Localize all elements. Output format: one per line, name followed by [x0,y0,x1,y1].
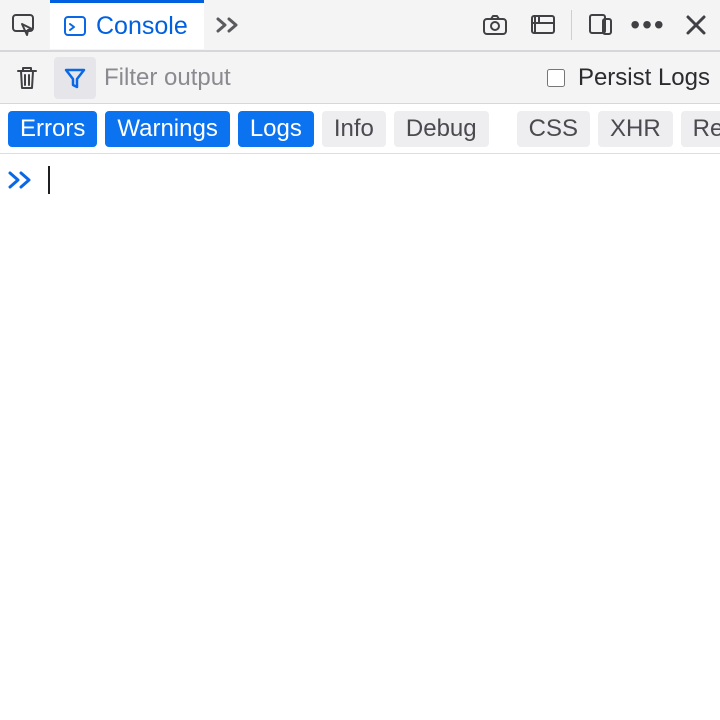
persist-logs-label: Persist Logs [578,64,710,92]
filter-errors[interactable]: Errors [8,111,97,147]
text-caret [48,166,50,194]
close-devtools-button[interactable] [672,1,720,49]
meatball-menu-button[interactable]: ••• [624,1,672,49]
persist-logs-checkbox[interactable] [547,69,565,87]
toggle-filter-button[interactable] [54,57,96,99]
dock-side-button[interactable] [576,1,624,49]
prompt-icon [6,168,36,192]
filter-css[interactable]: CSS [517,111,590,147]
tab-console-label: Console [96,12,188,41]
separator [571,10,572,40]
tab-console[interactable]: Console [50,0,204,49]
filter-requests[interactable]: Requests [681,111,720,147]
console-input-line[interactable] [6,162,714,198]
clear-console-button[interactable] [6,57,48,99]
filter-logs[interactable]: Logs [238,111,314,147]
devtools-tab-bar: Console ••• [0,0,720,52]
responsive-design-button[interactable] [519,1,567,49]
filter-info[interactable]: Info [322,111,386,147]
filter-debug[interactable]: Debug [394,111,489,147]
filter-warnings[interactable]: Warnings [105,111,229,147]
console-output-area[interactable] [0,154,720,206]
element-picker-button[interactable] [0,1,48,49]
console-icon [62,13,88,39]
persist-logs-toggle[interactable]: Persist Logs [543,64,710,92]
tabs-overflow-button[interactable] [206,12,250,38]
console-toolbar: Persist Logs [0,52,720,104]
filter-xhr[interactable]: XHR [598,111,673,147]
filter-output-input[interactable] [102,58,537,98]
log-category-bar: Errors Warnings Logs Info Debug CSS XHR … [0,104,720,154]
screenshot-button[interactable] [471,1,519,49]
